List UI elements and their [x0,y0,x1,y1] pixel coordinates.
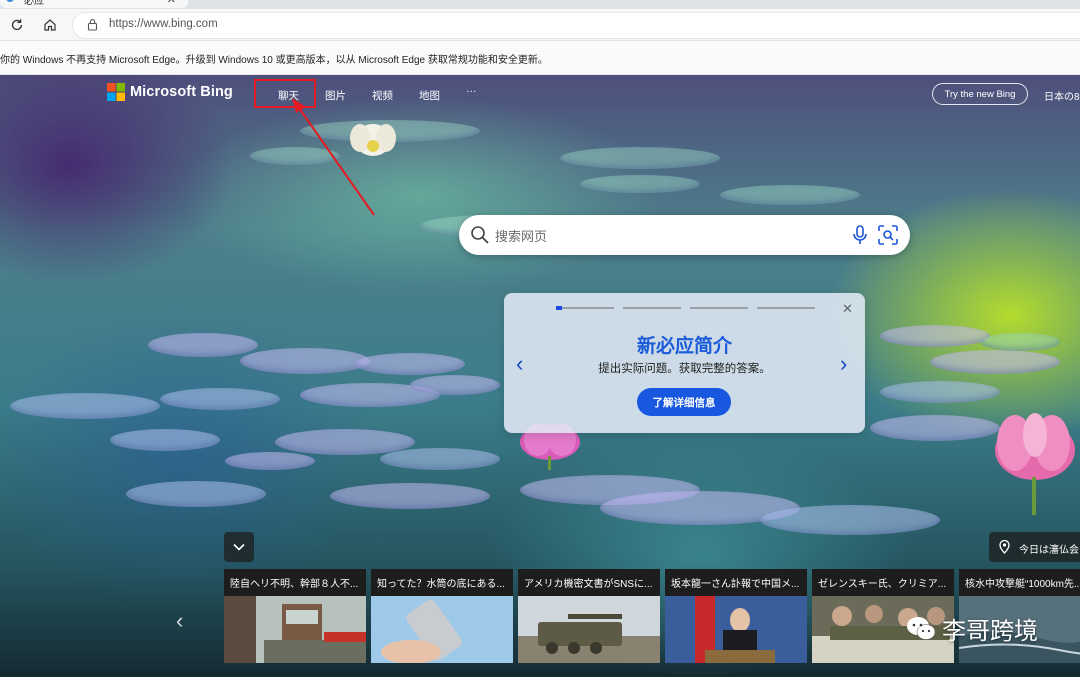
address-bar[interactable]: https://www.bing.com [72,12,1080,39]
image-location-chip[interactable]: 今日は瀋仏会 [989,532,1080,562]
news-thumbnail [371,596,513,663]
search-input[interactable] [493,225,827,247]
bing-favicon-icon [6,0,14,2]
news-headline: アメリカ機密文書がSNSに... [524,579,653,590]
bing-header: Microsoft Bing 聊天 图片 视频 地图 ··· Try the n… [0,75,1080,115]
carousel-dot-active[interactable] [556,306,614,310]
logo-text: Microsoft Bing [130,84,233,100]
unsupported-os-infobar: 你的 Windows 不再支持 Microsoft Edge。升级到 Windo… [0,41,1080,75]
home-icon[interactable] [40,15,60,35]
news-headline: 坂本龍一さん訃報で中国メ... [671,579,800,590]
promo-title: 新必应简介 [636,336,732,357]
news-card[interactable]: 陸自ヘリ不明、幹部８人不... [224,569,366,663]
search-box[interactable] [459,215,910,255]
location-pin-icon [999,539,1010,557]
close-icon[interactable]: ✕ [842,301,853,317]
search-icon[interactable] [470,225,490,250]
bing-homepage: Microsoft Bing 聊天 图片 视频 地图 ··· Try the n… [0,75,1080,677]
pink-lotus-right-icon [995,413,1075,515]
location-text: 今日は瀋仏会 [1019,545,1079,556]
carousel-dot[interactable] [757,307,815,309]
nav-videos[interactable]: 视频 [372,88,393,103]
carousel-dot[interactable] [690,307,748,309]
try-new-bing-button[interactable]: Try the new Bing [932,83,1028,105]
carousel-dot[interactable] [623,307,681,309]
news-card[interactable]: アメリカ機密文書がSNSに... [518,569,660,663]
tab-title: 必应 [24,0,44,7]
nav-more[interactable]: ··· [466,85,477,97]
news-prev-chevron-icon[interactable]: ‹ [176,608,183,634]
learn-more-button[interactable]: 了解详细信息 [637,388,731,416]
promo-subtitle: 提出实际问题。获取完整的答案。 [598,363,771,375]
refresh-icon[interactable] [7,15,27,35]
wechat-icon [907,616,936,640]
language-link[interactable]: 日本の8 [1044,88,1080,103]
tab-close-icon[interactable]: ✕ [167,0,176,6]
news-thumbnail [224,596,366,663]
lotus-flower-icon [350,124,396,156]
chevron-down-icon [233,543,245,551]
new-bing-promo-card: ✕ ‹ › 新必应简介 提出实际问题。获取完整的答案。 了解详细信息 [504,293,865,433]
infobar-message: 你的 Windows 不再支持 Microsoft Edge。升级到 Windo… [0,55,548,66]
collapse-feed-button[interactable] [224,532,254,562]
news-headline: ゼレンスキー氏、クリミア... [818,579,947,590]
news-headline: 核水中攻撃艇“1000km先... [965,579,1080,590]
lock-icon[interactable] [87,18,98,36]
nav-chat[interactable]: 聊天 [278,88,299,103]
watermark-text: 李哥跨境 [942,618,1038,645]
browser-toolbar: https://www.bing.com [0,9,1080,41]
visual-search-icon[interactable] [877,224,899,251]
news-card[interactable]: 坂本龍一さん訃報で中国メ... [665,569,807,663]
news-thumbnail [665,596,807,663]
nav-maps[interactable]: 地图 [419,88,440,103]
news-headline: 陸自ヘリ不明、幹部８人不... [230,579,359,590]
microsoft-logo-icon [107,83,125,101]
news-thumbnail [518,596,660,663]
browser-tab[interactable]: 必应 ✕ [0,0,188,8]
microsoft-bing-logo[interactable]: Microsoft Bing [107,83,233,101]
nav-images[interactable]: 图片 [325,88,346,103]
carousel-indicators [556,306,815,310]
url-text: https://www.bing.com [109,18,218,30]
microphone-icon[interactable] [852,225,868,250]
tab-strip: 必应 ✕ [0,0,1080,9]
news-headline: 知ってた？水筒の底にある... [377,579,505,590]
news-card[interactable]: 知ってた？水筒の底にある... [371,569,513,663]
wechat-watermark: 李哥跨境 [906,611,1038,646]
